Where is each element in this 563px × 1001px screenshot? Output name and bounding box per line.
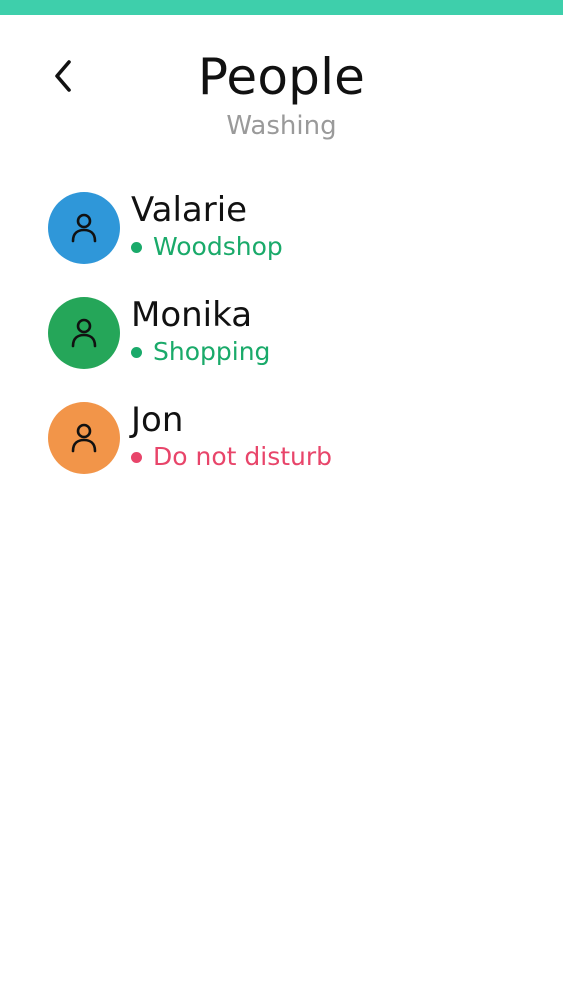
- page-subtitle: Washing: [226, 111, 337, 141]
- status-text: Woodshop: [153, 232, 283, 261]
- avatar: [48, 402, 120, 474]
- person-item-jon[interactable]: Jon Do not disturb: [0, 398, 563, 503]
- person-status: Woodshop: [131, 230, 283, 264]
- person-status: Shopping: [131, 335, 270, 369]
- status-dot: [131, 451, 142, 463]
- status-text: Do not disturb: [153, 442, 333, 471]
- avatar: [48, 192, 120, 264]
- people-list: Valarie Woodshop Monika Shopping Jon Do …: [0, 188, 563, 503]
- avatar: [48, 297, 120, 369]
- status-dot: [131, 241, 142, 253]
- status-text: Shopping: [153, 337, 271, 366]
- person-name: Valarie: [131, 190, 248, 230]
- person-status: Do not disturb: [131, 440, 332, 474]
- person-name: Monika: [131, 295, 253, 335]
- person-icon: [71, 213, 97, 243]
- person-icon: [71, 318, 97, 348]
- top-accent-bar: [0, 0, 563, 15]
- person-item-valarie[interactable]: Valarie Woodshop: [0, 188, 563, 293]
- page-title: People: [197, 48, 366, 106]
- header: People Washing: [0, 15, 563, 150]
- person-name: Jon: [131, 400, 184, 440]
- status-dot: [131, 346, 142, 358]
- person-item-monika[interactable]: Monika Shopping: [0, 293, 563, 398]
- person-icon: [71, 423, 97, 453]
